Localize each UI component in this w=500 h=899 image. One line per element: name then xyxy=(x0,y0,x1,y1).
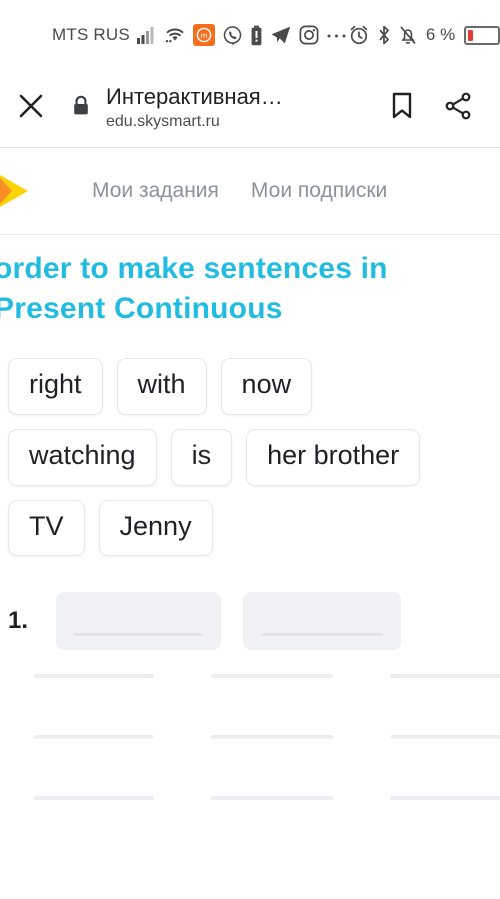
browser-toolbar: Интерактивная… edu.skysmart.ru xyxy=(0,70,500,148)
close-tab-button[interactable] xyxy=(0,91,62,126)
page-url: edu.skysmart.ru xyxy=(106,113,220,131)
word-chip[interactable]: with xyxy=(116,358,207,415)
carrier-label: MTS RUS xyxy=(52,25,130,44)
skysmart-logo[interactable] xyxy=(0,165,42,217)
status-bar-left: MTS RUS m xyxy=(0,24,348,46)
svg-text:m: m xyxy=(200,32,207,40)
drop-slot-underline[interactable] xyxy=(211,735,333,740)
word-bank: right with now watching is her brother T… xyxy=(8,358,500,557)
answer-line-row xyxy=(34,796,500,801)
answer-line-row xyxy=(34,735,500,740)
alarm-clock-icon xyxy=(348,24,370,46)
signal-bars-icon xyxy=(136,26,157,44)
telegram-icon xyxy=(270,25,292,45)
battery-fill xyxy=(468,29,474,41)
word-bank-row: watching is her brother xyxy=(8,428,500,486)
word-chip[interactable]: watching xyxy=(8,428,157,486)
battery-icon xyxy=(464,25,500,45)
task-title: order to make sentences in Present Conti… xyxy=(0,235,500,328)
drop-slot-underline[interactable] xyxy=(390,674,500,679)
share-icon xyxy=(443,91,473,126)
viber-icon xyxy=(222,25,243,46)
task-title-line-1: order to make sentences in xyxy=(0,252,388,285)
drop-slot-underline[interactable] xyxy=(34,674,154,679)
status-bar: MTS RUS m 6 % xyxy=(0,0,500,70)
drop-slot-underline[interactable] xyxy=(34,796,154,801)
word-bank-row: right with now xyxy=(8,358,500,415)
word-chip[interactable]: Jenny xyxy=(98,499,213,557)
drop-slot[interactable] xyxy=(243,592,401,651)
site-header: Мои задания Мои подписки xyxy=(0,148,500,235)
drop-slot-underline[interactable] xyxy=(211,796,333,801)
app-notification-badge-icon: m xyxy=(192,24,215,46)
share-button[interactable] xyxy=(430,91,486,126)
drop-slot[interactable] xyxy=(56,592,221,651)
bookmark-button[interactable] xyxy=(374,91,430,126)
battery-alert-icon xyxy=(250,25,263,46)
close-icon xyxy=(16,91,46,126)
bluetooth-icon xyxy=(377,24,391,46)
site-nav: Мои задания Мои подписки xyxy=(92,179,387,203)
notifications-off-icon xyxy=(398,24,418,46)
task-title-line-2: Present Continuous xyxy=(0,291,283,325)
bookmark-icon xyxy=(389,91,415,126)
nav-item-my-tasks[interactable]: Мои задания xyxy=(92,179,219,203)
word-chip[interactable]: TV xyxy=(8,499,85,557)
word-bank-row: TV Jenny xyxy=(8,499,500,557)
nav-item-my-subscriptions[interactable]: Мои подписки xyxy=(251,179,387,203)
page-title: Интерактивная… xyxy=(106,83,283,109)
answer-line-row xyxy=(34,674,500,679)
answer-row-number: 1. xyxy=(8,607,29,635)
word-chip[interactable]: is xyxy=(170,428,233,486)
drop-slot-underline[interactable] xyxy=(390,796,500,801)
more-dots-icon xyxy=(326,31,348,39)
drop-slot-underline[interactable] xyxy=(390,735,500,740)
word-chip[interactable]: now xyxy=(220,358,313,415)
address-bar[interactable]: Интерактивная… edu.skysmart.ru xyxy=(100,84,374,133)
answer-row: 1. xyxy=(8,592,500,651)
task-content: order to make sentences in Present Conti… xyxy=(0,235,500,801)
wifi-icon xyxy=(164,26,186,44)
word-chip[interactable]: her brother xyxy=(246,428,421,486)
drop-slot-underline[interactable] xyxy=(34,735,154,740)
word-chip[interactable]: right xyxy=(8,358,103,415)
instagram-icon xyxy=(299,25,319,45)
status-bar-right: 6 % xyxy=(348,24,500,46)
battery-percent-label: 6 % xyxy=(425,25,456,44)
lock-icon xyxy=(70,94,92,123)
site-security-button[interactable] xyxy=(62,94,100,123)
drop-slot-underline[interactable] xyxy=(211,674,333,679)
answer-area: 1. xyxy=(0,592,500,801)
